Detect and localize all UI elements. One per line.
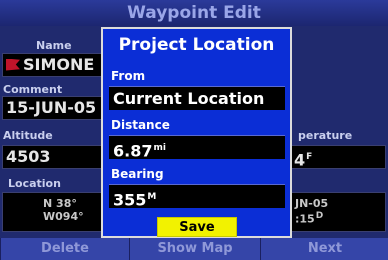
- bearing-field[interactable]: 355M: [109, 184, 285, 210]
- temperature-unit: F: [306, 152, 313, 162]
- altitude-label: Altitude: [3, 129, 53, 142]
- date-value: JN-05: [295, 197, 329, 210]
- from-field[interactable]: Current Location: [109, 86, 285, 110]
- flag-icon: [6, 58, 20, 71]
- location-latitude: N 38°: [43, 197, 77, 210]
- temperature-value: 4: [294, 150, 306, 169]
- next-button[interactable]: Next: [260, 238, 388, 260]
- bearing-value: 355: [113, 190, 147, 210]
- distance-label: Distance: [111, 118, 170, 132]
- project-location-dialog: Project Location From Current Location D…: [101, 27, 292, 238]
- window-title: Waypoint Edit: [0, 0, 388, 26]
- bearing-label: Bearing: [111, 167, 164, 181]
- temperature-field[interactable]: 4F: [290, 145, 386, 169]
- altitude-field[interactable]: 4503: [2, 145, 110, 169]
- time-text: :15: [295, 212, 315, 226]
- distance-unit: mi: [153, 143, 166, 153]
- time-suffix: D: [315, 211, 324, 221]
- show-map-button[interactable]: Show Map: [129, 238, 260, 260]
- name-value: SIMONE: [23, 55, 95, 74]
- temperature-label: perature: [298, 129, 353, 142]
- name-field[interactable]: SIMONE: [2, 53, 110, 77]
- date-time-field[interactable]: JN-05 :15D: [290, 192, 386, 232]
- waypoint-edit-screen: Waypoint Edit Name SIMONE Comment 15-JUN…: [0, 0, 388, 260]
- location-longitude: W094°: [43, 210, 84, 223]
- location-label: Location: [8, 177, 61, 190]
- name-label: Name: [36, 39, 72, 52]
- distance-field[interactable]: 6.87mi: [109, 135, 285, 161]
- bearing-unit: M: [147, 192, 157, 202]
- comment-field[interactable]: 15-JUN-05: [2, 96, 110, 120]
- location-field[interactable]: N 38° W094°: [2, 192, 110, 232]
- comment-label: Comment: [3, 83, 63, 96]
- delete-button[interactable]: Delete: [0, 238, 129, 260]
- distance-value: 6.87: [113, 141, 153, 161]
- dialog-title: Project Location: [118, 35, 275, 55]
- save-button[interactable]: Save: [157, 217, 237, 237]
- bottom-button-bar: Delete Show Map Next: [0, 238, 388, 260]
- from-label: From: [111, 69, 146, 83]
- time-value: :15D: [295, 210, 385, 226]
